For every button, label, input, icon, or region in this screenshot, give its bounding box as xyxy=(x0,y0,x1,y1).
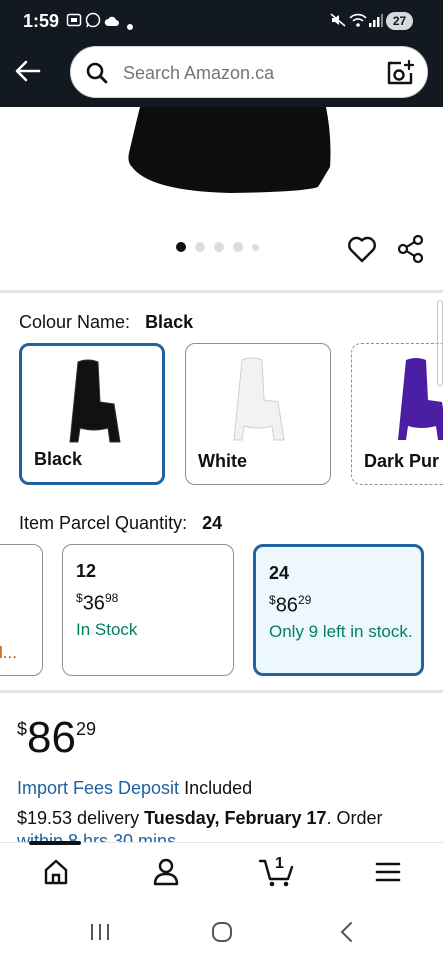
account-icon[interactable] xyxy=(152,857,180,892)
import-fees-link[interactable]: Import Fees Deposit xyxy=(17,778,179,798)
delivery-info: $19.53 delivery Tuesday, February 17. Or… xyxy=(17,807,437,829)
back-arrow-icon[interactable] xyxy=(12,55,44,87)
price-currency: $ xyxy=(17,719,28,739)
top-header: 1:59 27 xyxy=(0,0,443,107)
quantity-option-partial[interactable]: l... xyxy=(0,544,43,676)
scroll-indicator xyxy=(437,300,443,386)
notification-dot-icon xyxy=(127,17,133,35)
system-back-icon[interactable] xyxy=(338,921,354,948)
colour-option-label: Dark Pur xyxy=(364,451,440,471)
section-divider xyxy=(0,690,443,693)
search-icon xyxy=(85,61,109,90)
colour-option-label: Black xyxy=(34,449,83,469)
quantity-option-24[interactable]: 24 $8629 Only 9 left in stock. xyxy=(253,544,424,676)
system-nav-bar xyxy=(0,904,443,960)
menu-icon[interactable] xyxy=(374,857,402,892)
quantity-value: 12 xyxy=(76,561,97,581)
battery-indicator: 27 xyxy=(386,12,413,30)
quantity-selected-value: 24 xyxy=(202,513,223,533)
status-bar: 1:59 27 xyxy=(0,0,443,42)
signal-icon xyxy=(369,12,383,33)
pager-dot xyxy=(195,242,205,252)
image-pager-dots xyxy=(176,242,259,252)
colour-option-white[interactable]: White xyxy=(185,343,331,485)
colour-label: Colour Name: xyxy=(19,312,131,332)
delivery-price: $19.53 delivery xyxy=(17,808,140,828)
quantity-price: $8629 xyxy=(269,593,312,617)
search-bar[interactable] xyxy=(70,46,428,98)
price-fraction: 29 xyxy=(75,719,96,739)
import-fees-text: Included xyxy=(184,778,253,798)
active-tab-indicator xyxy=(29,841,81,845)
cart-count-badge: 1 xyxy=(275,855,284,872)
home-button-icon[interactable] xyxy=(211,921,233,948)
quantity-price: $3698 xyxy=(76,591,119,615)
chair-image xyxy=(69,359,121,443)
chair-image xyxy=(398,358,443,440)
chair-image xyxy=(233,357,285,441)
bottom-nav-bar: 1 xyxy=(0,841,443,905)
colour-option-black[interactable]: Black xyxy=(19,343,165,485)
home-icon[interactable] xyxy=(42,857,70,892)
pager-dot xyxy=(214,242,224,252)
quantity-status-partial: l... xyxy=(0,643,17,662)
search-input[interactable] xyxy=(121,62,375,85)
pager-dot xyxy=(252,243,259,251)
pager-dot xyxy=(176,242,186,252)
delivery-date: Tuesday, February 17 xyxy=(144,808,327,828)
colour-option-label: White xyxy=(198,451,247,471)
share-icon[interactable] xyxy=(397,234,425,269)
recents-icon[interactable] xyxy=(89,922,111,947)
camera-search-icon[interactable] xyxy=(387,59,415,92)
quantity-value: 24 xyxy=(269,563,290,583)
status-time: 1:59 xyxy=(23,11,60,31)
colour-label-row: Colour Name: Black xyxy=(19,312,193,333)
cloud-icon xyxy=(104,14,120,32)
quantity-option-12[interactable]: 12 $3698 In Stock xyxy=(62,544,234,676)
screenshot-icon xyxy=(66,12,82,33)
cart-icon[interactable]: 1 xyxy=(258,853,296,894)
wishlist-heart-icon[interactable] xyxy=(347,235,377,268)
import-fees-row: Import Fees Deposit Included xyxy=(17,778,252,799)
quantity-label: Item Parcel Quantity: xyxy=(19,513,188,533)
section-divider xyxy=(0,290,443,293)
quantity-label-row: Item Parcel Quantity: 24 xyxy=(19,513,222,534)
stock-status: Only 9 left in stock. xyxy=(269,622,413,641)
pager-dot xyxy=(233,242,243,252)
mute-icon xyxy=(330,12,346,33)
price-whole: 86 xyxy=(27,713,76,762)
stock-status: In Stock xyxy=(76,620,138,639)
delivery-suffix: . Order xyxy=(326,808,383,828)
product-price: $8629 xyxy=(17,713,96,763)
wifi-icon xyxy=(349,12,367,33)
colour-option-dark-purple[interactable]: Dark Pur xyxy=(351,343,443,485)
whatsapp-icon xyxy=(85,12,101,33)
colour-selected-value: Black xyxy=(145,312,194,332)
